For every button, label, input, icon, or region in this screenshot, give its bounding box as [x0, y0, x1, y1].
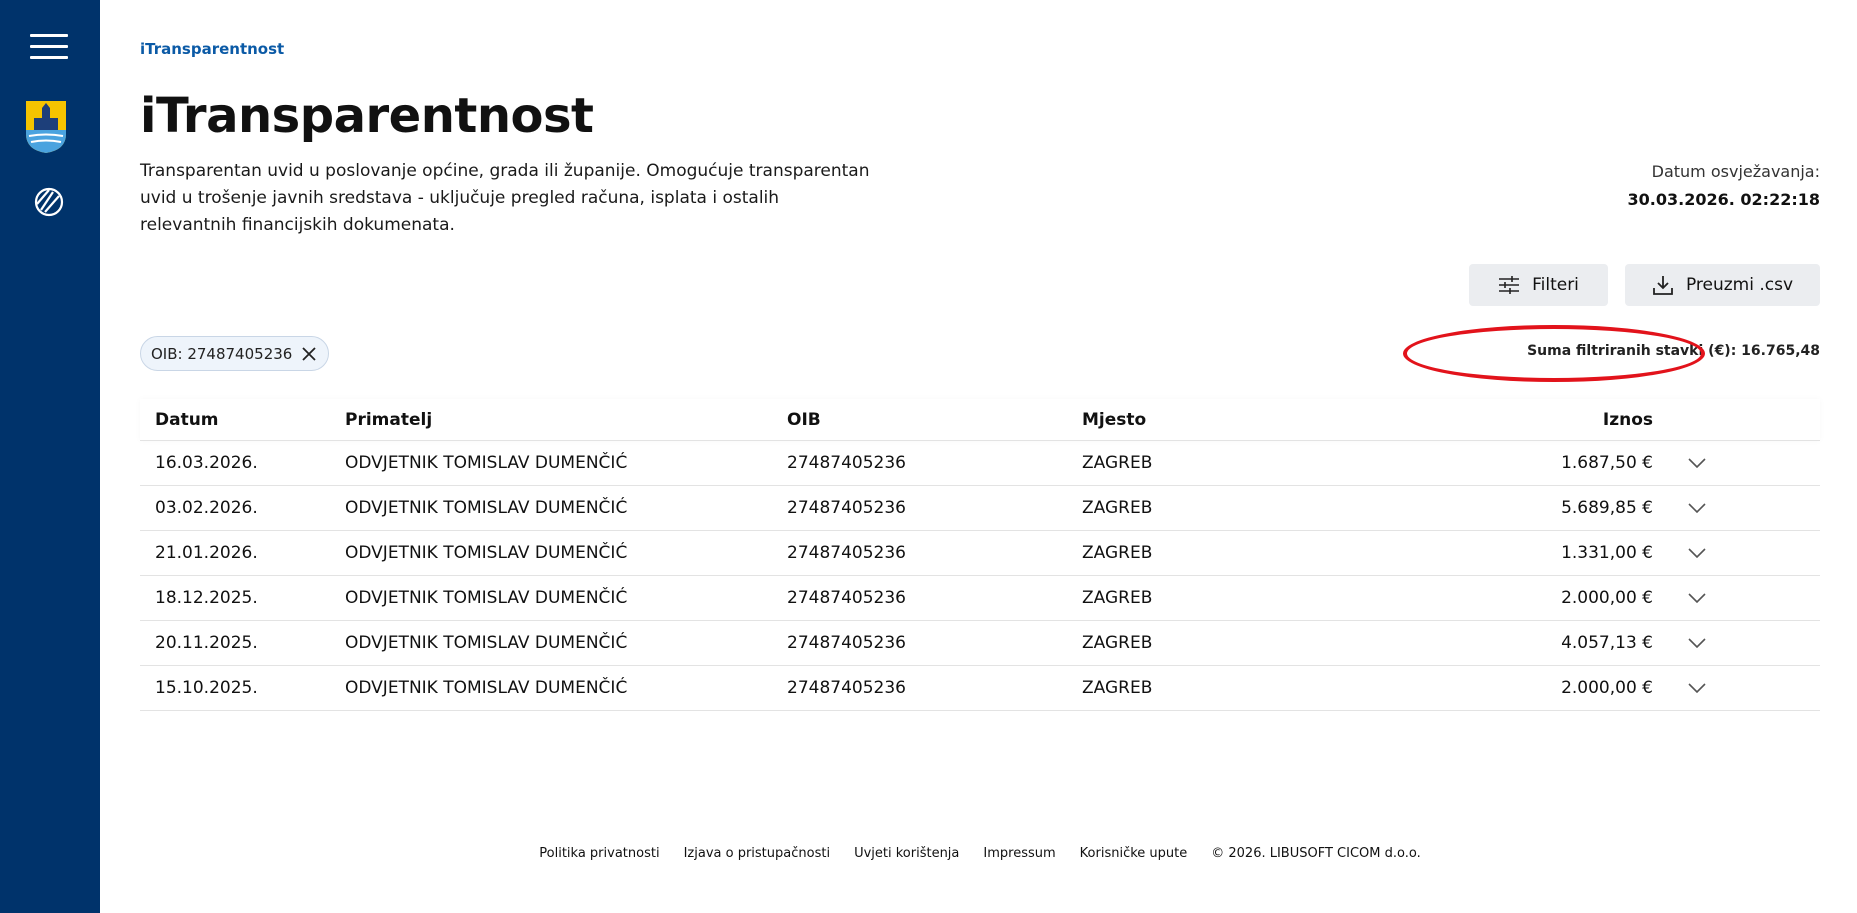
header-recipient[interactable]: Primatelj [345, 410, 787, 430]
header-date[interactable]: Datum [155, 410, 360, 430]
coat-of-arms-icon[interactable] [25, 100, 67, 154]
footer-link-accessibility[interactable]: Izjava o pristupačnosti [684, 846, 830, 861]
table-row[interactable]: 18.12.2025. ODVJETNIK TOMISLAV DUMENČIĆ … [140, 576, 1820, 621]
cell-date: 16.03.2026. [155, 453, 258, 473]
download-icon [1653, 276, 1673, 295]
filters-button-label: Filteri [1532, 275, 1579, 295]
refresh-label: Datum osvježavanja: [1651, 162, 1820, 181]
cell-recipient: ODVJETNIK TOMISLAV DUMENČIĆ [345, 543, 628, 563]
page-description: Transparentan uvid u poslovanje općine, … [140, 161, 870, 235]
chevron-down-icon[interactable] [1653, 503, 1741, 513]
header-oib[interactable]: OIB [787, 410, 1082, 430]
download-csv-label: Preuzmi .csv [1685, 275, 1794, 295]
table-row[interactable]: 15.10.2025. ODVJETNIK TOMISLAV DUMENČIĆ … [140, 666, 1820, 711]
hamburger-menu-icon[interactable] [30, 34, 68, 60]
table-row[interactable]: 21.01.2026. ODVJETNIK TOMISLAV DUMENČIĆ … [140, 531, 1820, 576]
table-row[interactable]: 16.03.2026. ODVJETNIK TOMISLAV DUMENČIĆ … [140, 441, 1820, 486]
cell-place: ZAGREB [1082, 588, 1153, 608]
cell-date: 15.10.2025. [155, 678, 258, 698]
active-filter-label: OIB: 27487405236 [151, 344, 293, 363]
header-amount[interactable]: Iznos [1377, 410, 1653, 430]
sidebar [0, 0, 100, 913]
cell-oib: 27487405236 [787, 543, 906, 563]
footer: Politika privatnosti Izjava o pristupačn… [140, 846, 1820, 861]
cell-amount: 1.687,50 € [1561, 453, 1653, 473]
footer-link-terms[interactable]: Uvjeti korištenja [854, 846, 959, 861]
cell-amount: 5.689,85 € [1561, 498, 1653, 518]
cell-amount: 4.057,13 € [1561, 633, 1653, 653]
cell-recipient: ODVJETNIK TOMISLAV DUMENČIĆ [345, 633, 628, 653]
close-icon[interactable] [302, 346, 316, 361]
footer-link-impressum[interactable]: Impressum [983, 846, 1055, 861]
cell-date: 03.02.2026. [155, 498, 258, 518]
chevron-down-icon[interactable] [1653, 548, 1741, 558]
main-content: iTransparentnost iTransparentnost Transp… [140, 0, 1820, 913]
itransparentnost-logo-icon[interactable] [33, 186, 65, 218]
cell-date: 21.01.2026. [155, 543, 258, 563]
cell-recipient: ODVJETNIK TOMISLAV DUMENČIĆ [345, 453, 628, 473]
chevron-down-icon[interactable] [1653, 458, 1741, 468]
chevron-down-icon[interactable] [1653, 593, 1741, 603]
cell-place: ZAGREB [1082, 453, 1153, 473]
cell-oib: 27487405236 [787, 588, 906, 608]
payments-table: Datum Primatelj OIB Mjesto Iznos 16.03.2… [140, 399, 1820, 711]
cell-place: ZAGREB [1082, 678, 1153, 698]
cell-recipient: ODVJETNIK TOMISLAV DUMENČIĆ [345, 588, 628, 608]
cell-recipient: ODVJETNIK TOMISLAV DUMENČIĆ [345, 678, 628, 698]
cell-recipient: ODVJETNIK TOMISLAV DUMENČIĆ [345, 498, 628, 518]
cell-date: 20.11.2025. [155, 633, 258, 653]
table-row[interactable]: 20.11.2025. ODVJETNIK TOMISLAV DUMENČIĆ … [140, 621, 1820, 666]
active-filter-chip: OIB: 27487405236 [140, 336, 330, 371]
cell-date: 18.12.2025. [155, 588, 258, 608]
refresh-info: Datum osvježavanja: 30.03.2026. 02:22:18 [1628, 162, 1820, 209]
cell-amount: 2.000,00 € [1561, 588, 1653, 608]
table-header: Datum Primatelj OIB Mjesto Iznos [140, 399, 1820, 441]
cell-oib: 27487405236 [787, 678, 906, 698]
download-csv-button[interactable]: Preuzmi .csv [1625, 264, 1820, 306]
refresh-value: 30.03.2026. 02:22:18 [1627, 190, 1820, 209]
cell-oib: 27487405236 [787, 633, 906, 653]
filtered-sum: Suma filtriranih stavki (€): 16.765,48 [1527, 343, 1820, 359]
cell-place: ZAGREB [1082, 498, 1153, 518]
cell-oib: 27487405236 [787, 453, 906, 473]
footer-link-user-guide[interactable]: Korisničke upute [1080, 846, 1188, 861]
page-title: iTransparentnost [140, 88, 594, 144]
chevron-down-icon[interactable] [1653, 683, 1741, 693]
footer-copyright: © 2026. LIBUSOFT CICOM d.o.o. [1211, 846, 1421, 861]
footer-link-privacy[interactable]: Politika privatnosti [539, 846, 659, 861]
filters-button[interactable]: Filteri [1469, 264, 1608, 306]
cell-amount: 1.331,00 € [1561, 543, 1653, 563]
table-row[interactable]: 03.02.2026. ODVJETNIK TOMISLAV DUMENČIĆ … [140, 486, 1820, 531]
chevron-down-icon[interactable] [1653, 638, 1741, 648]
cell-oib: 27487405236 [787, 498, 906, 518]
cell-amount: 2.000,00 € [1561, 678, 1653, 698]
cell-place: ZAGREB [1082, 633, 1153, 653]
breadcrumb[interactable]: iTransparentnost [140, 40, 284, 58]
sliders-icon [1499, 276, 1520, 294]
cell-place: ZAGREB [1082, 543, 1153, 563]
header-place[interactable]: Mjesto [1082, 410, 1377, 430]
